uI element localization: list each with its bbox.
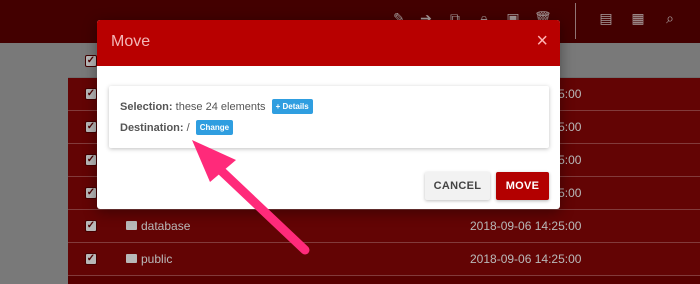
selection-value: these 24 elements [175,101,266,113]
move-button[interactable]: MOVE [496,172,549,200]
close-icon[interactable]: × [536,31,548,51]
move-summary-card: Selection: these 24 elements + Details D… [109,86,549,148]
destination-label: Destination: [120,122,184,134]
selection-label: Selection: [120,101,173,113]
destination-line: Destination: / Change [120,120,234,136]
details-button[interactable]: + Details [271,99,313,114]
destination-value: / [186,122,190,134]
dialog-header: Move × [97,20,560,66]
cancel-button[interactable]: CANCEL [425,172,490,200]
change-destination-button[interactable]: Change [195,120,234,135]
move-dialog: Move × Selection: these 24 elements + De… [97,20,560,209]
dialog-title: Move [111,33,151,50]
selection-line: Selection: these 24 elements + Details [120,99,313,115]
